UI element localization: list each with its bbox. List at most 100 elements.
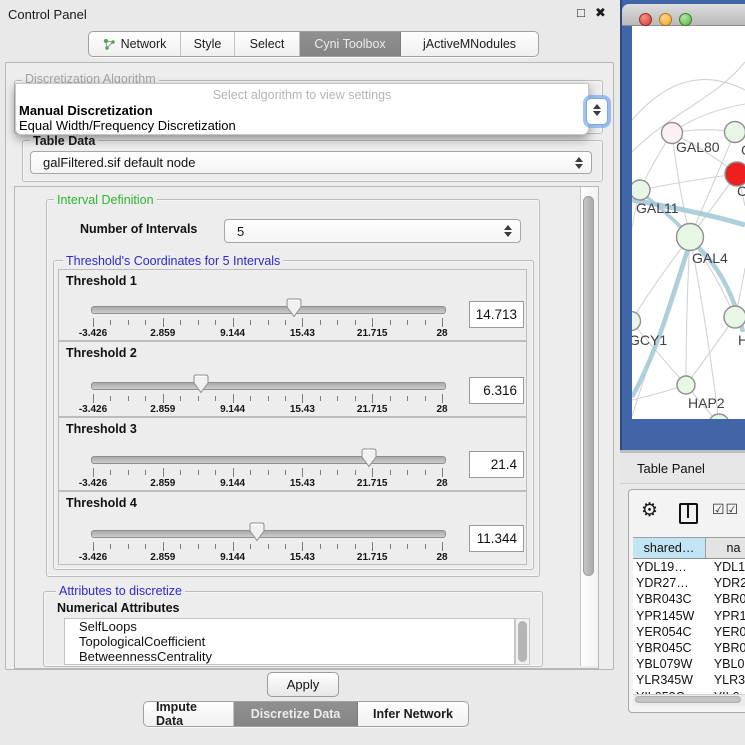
slider-tick-label: 15.43 [272, 328, 332, 339]
algorithm-combobox[interactable] [586, 98, 608, 125]
cell-shared-name[interactable]: YBR043C [633, 592, 708, 606]
float-window-icon[interactable]: □ [577, 6, 585, 20]
network-node-gcy1[interactable] [632, 312, 641, 331]
close-traffic-icon[interactable] [639, 13, 652, 26]
tab-impute-data[interactable]: Impute Data [144, 702, 234, 726]
slider-tick [285, 470, 286, 475]
cell-shared-name[interactable]: YDR27… [633, 576, 708, 590]
tab-cyni-toolbox[interactable]: Cyni Toolbox [300, 32, 401, 56]
slider-thumb[interactable] [361, 448, 377, 468]
slider-tick [93, 394, 94, 403]
column-header-name[interactable]: na [706, 537, 745, 559]
network-edge [640, 174, 737, 190]
threshold-3-slider[interactable] [91, 456, 446, 464]
close-icon[interactable]: ✖ [595, 6, 606, 20]
slider-tick [407, 396, 408, 401]
slider-thumb[interactable] [249, 522, 265, 542]
vertical-scrollbar-thumb[interactable] [583, 196, 594, 576]
tab-jactivemnodules[interactable]: jActiveMNodules [401, 32, 538, 56]
combo-stepper-icon [573, 157, 584, 169]
cell-name[interactable]: YBR0 [708, 592, 745, 606]
network-node-h[interactable] [724, 306, 745, 328]
zoom-traffic-icon[interactable] [679, 13, 692, 26]
slider-tick-label: 21.715 [342, 404, 402, 415]
cell-name[interactable]: YDL1 [708, 560, 745, 574]
slider-thumb[interactable] [193, 374, 209, 394]
slider-tick [372, 394, 373, 403]
dropdown-option-manual[interactable]: Manual Discretization [19, 103, 153, 118]
table-row[interactable]: YDR27…YDR2 [633, 575, 745, 591]
threshold-1-value-field[interactable]: 14.713 [469, 301, 524, 328]
attribute-list-item[interactable]: SelfLoops [65, 619, 514, 634]
network-node[interactable] [709, 414, 729, 419]
cell-name[interactable]: YPR1 [708, 609, 745, 623]
threshold-2-slider[interactable] [91, 382, 446, 390]
minimize-traffic-icon[interactable] [659, 13, 672, 26]
table-body[interactable]: YDL19…YDL1YDR27…YDR2YBR043CYBR0YPR145WYP… [633, 559, 745, 694]
cell-shared-name[interactable]: YPR145W [633, 609, 708, 623]
attributes-list-scrollbar-thumb[interactable] [518, 621, 527, 662]
table-row[interactable]: YER054CYER0 [633, 624, 745, 640]
network-node-gal4[interactable] [677, 224, 704, 251]
threshold-4-value-field[interactable]: 11.344 [469, 525, 524, 552]
attribute-list-item[interactable]: TopologicalCoefficient [65, 634, 514, 649]
slider-tick-label: 15.43 [272, 404, 332, 415]
tab-select[interactable]: Select [235, 32, 300, 56]
table-row[interactable]: YLR345WYLR3 [633, 672, 745, 688]
dropdown-hint-item[interactable]: Select algorithm to view settings [16, 88, 588, 102]
cell-name[interactable]: YDR2 [708, 576, 745, 590]
table-row[interactable]: YBL079WYBL0 [633, 656, 745, 672]
split-columns-icon[interactable] [679, 503, 698, 524]
slider-tick [302, 542, 303, 551]
slider-tick [233, 542, 234, 551]
network-window-titlebar[interactable] [622, 4, 745, 26]
cell-shared-name[interactable]: YER054C [633, 625, 708, 639]
threshold-4-slider[interactable] [91, 530, 446, 538]
cell-shared-name[interactable]: YLR345W [633, 673, 708, 687]
bottom-tabbar: Impute Data Discretize Data Infer Networ… [143, 701, 469, 727]
threshold-3-value-field[interactable]: 21.4 [469, 451, 524, 478]
cell-shared-name[interactable]: YBR045C [633, 641, 708, 655]
network-edge [686, 317, 735, 385]
threshold-2-value-field[interactable]: 6.316 [469, 377, 524, 404]
table-row[interactable]: YBR043CYBR0 [633, 591, 745, 607]
cell-name[interactable]: YBR0 [708, 641, 745, 655]
dropdown-option-equal-width[interactable]: Equal Width/Frequency Discretization [19, 118, 236, 133]
cell-name[interactable]: YLR3 [708, 673, 745, 687]
numerical-attributes-list[interactable]: SelfLoopsTopologicalCoefficientBetweenne… [64, 618, 515, 665]
tab-infer-network[interactable]: Infer Network [358, 702, 468, 726]
cell-shared-name[interactable]: YDL19… [633, 560, 708, 574]
cell-name[interactable]: YBL0 [708, 657, 745, 671]
slider-tick [145, 396, 146, 401]
threshold-1-slider[interactable] [91, 306, 446, 314]
slider-tick [425, 544, 426, 549]
cell-name[interactable]: YER0 [708, 625, 745, 639]
table-horizontal-scrollbar-thumb[interactable] [635, 696, 741, 703]
slider-tick [215, 396, 216, 401]
slider-thumb[interactable] [286, 298, 302, 318]
tab-style[interactable]: Style [181, 32, 235, 56]
network-canvas[interactable]: GAL80GACGAL11GAL4GCY1HHAP2 [632, 26, 745, 419]
select-columns-icon[interactable]: ☑☑ [712, 501, 739, 518]
tab-network[interactable]: Network [89, 32, 181, 56]
slider-tick [198, 544, 199, 549]
cell-shared-name[interactable]: YBL079W [633, 657, 708, 671]
table-row[interactable]: YBR045CYBR0 [633, 640, 745, 656]
table-row[interactable]: YDL19…YDL1 [633, 559, 745, 575]
tab-discretize-data[interactable]: Discretize Data [234, 702, 358, 726]
table-panel-title: Table Panel [637, 461, 705, 476]
network-node-gal11[interactable] [632, 180, 650, 200]
gear-icon[interactable]: ⚙ [641, 500, 658, 522]
network-node-ga[interactable] [725, 122, 745, 143]
slider-tick-label: 9.144 [203, 552, 263, 563]
attribute-list-item[interactable]: BetweennessCentrality [65, 649, 514, 664]
network-node-hap2[interactable] [677, 376, 695, 394]
number-of-intervals-combobox[interactable]: 5 [224, 219, 521, 243]
table-data-combobox[interactable]: galFiltered.sif default node [30, 151, 592, 174]
slider-tick [337, 544, 338, 549]
slider-tick [163, 468, 164, 477]
apply-button[interactable]: Apply [267, 672, 339, 697]
slider-tick [233, 318, 234, 327]
table-row[interactable]: YPR145WYPR1 [633, 608, 745, 624]
column-header-shared-name[interactable]: shared… [633, 537, 706, 559]
